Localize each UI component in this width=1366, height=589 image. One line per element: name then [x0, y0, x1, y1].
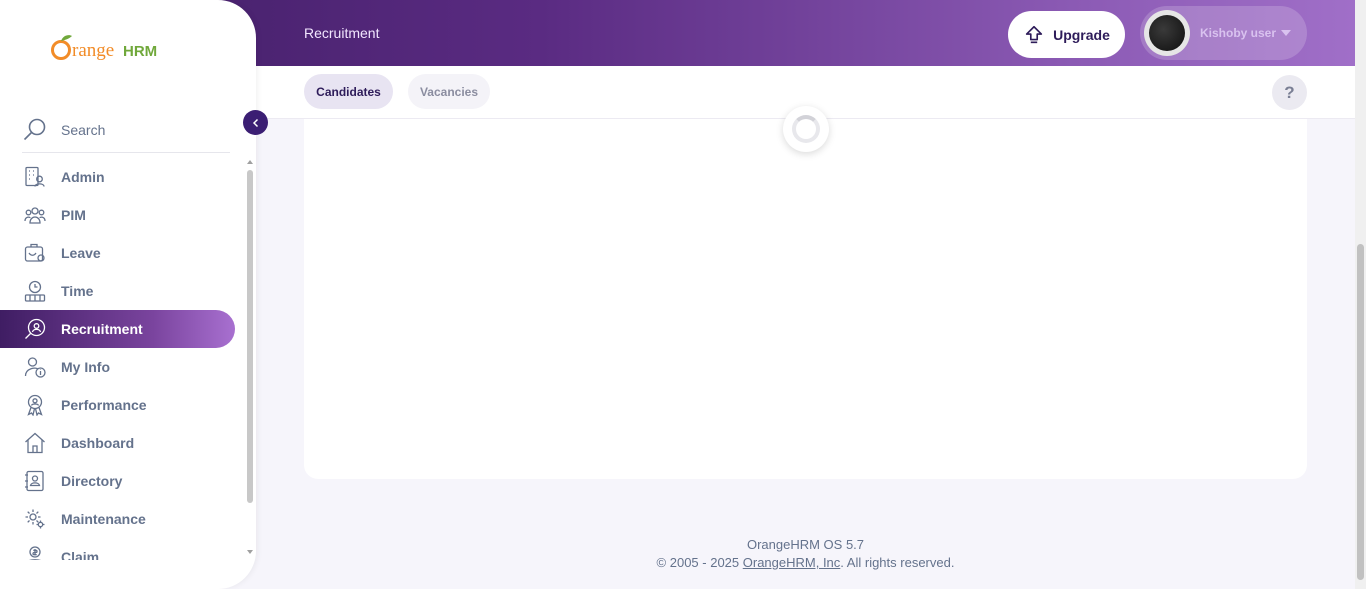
- upgrade-button[interactable]: Upgrade: [1008, 11, 1125, 58]
- tab-vacancies[interactable]: Vacancies: [408, 74, 490, 109]
- sidebar: range HRM Admin PIM Leave Time: [0, 0, 268, 589]
- page-scrollbar[interactable]: [1355, 0, 1366, 589]
- page-title: Recruitment: [304, 25, 380, 41]
- maintenance-icon: [25, 509, 45, 529]
- search-input[interactable]: [61, 122, 211, 138]
- sidebar-item-admin[interactable]: Admin: [0, 158, 235, 196]
- sidebar-item-leave[interactable]: Leave: [0, 234, 235, 272]
- sidebar-item-maintenance[interactable]: Maintenance: [0, 500, 235, 538]
- sidebar-item-my-info[interactable]: My Info: [0, 348, 235, 386]
- upgrade-arrow-icon: [1025, 25, 1043, 43]
- sidebar-scrollbar[interactable]: [245, 158, 255, 560]
- claim-icon: [29, 546, 41, 560]
- tab-candidates[interactable]: Candidates: [304, 74, 393, 109]
- sidebar-search: [22, 108, 230, 153]
- sidebar-item-dashboard[interactable]: Dashboard: [0, 424, 235, 462]
- my-info-icon: [24, 357, 46, 378]
- upgrade-label: Upgrade: [1053, 26, 1110, 43]
- orangehrm-logo: range HRM: [50, 32, 170, 64]
- chevron-left-icon: [252, 118, 258, 127]
- footer-copyright: © 2005 - 2025 OrangeHRM, Inc. All rights…: [656, 555, 955, 570]
- loading-spinner-icon: [783, 106, 829, 152]
- content-card: [304, 106, 1307, 479]
- collapse-sidebar-button[interactable]: [243, 110, 268, 135]
- search-icon: [23, 118, 46, 141]
- user-name: Kishoby user: [1200, 26, 1277, 40]
- avatar: [1144, 10, 1190, 56]
- sidebar-item-recruitment[interactable]: Recruitment: [0, 310, 235, 348]
- main-menu: Admin PIM Leave Time Recruitment My Info…: [0, 158, 243, 560]
- directory-icon: [25, 470, 44, 492]
- sidebar-item-pim[interactable]: PIM: [0, 196, 235, 234]
- chevron-down-icon: [1281, 30, 1292, 36]
- leave-icon: [24, 243, 45, 262]
- performance-icon: [27, 394, 43, 416]
- footer: OrangeHRM OS 5.7 © 2005 - 2025 OrangeHRM…: [304, 536, 1307, 572]
- admin-icon: [25, 166, 45, 187]
- user-dropdown[interactable]: Kishoby user: [1140, 6, 1307, 60]
- company-link[interactable]: OrangeHRM, Inc: [743, 555, 841, 570]
- sidebar-item-performance[interactable]: Performance: [0, 386, 235, 424]
- sidebar-item-time[interactable]: Time: [0, 272, 235, 310]
- sidebar-item-claim[interactable]: Claim: [0, 538, 235, 560]
- svg-text:HRM: HRM: [123, 43, 157, 60]
- sidebar-item-directory[interactable]: Directory: [0, 462, 235, 500]
- dashboard-icon: [25, 432, 45, 454]
- footer-version: OrangeHRM OS 5.7: [746, 537, 865, 552]
- recruitment-icon: [25, 318, 46, 339]
- pim-icon: [24, 207, 46, 224]
- svg-text:range: range: [72, 40, 114, 61]
- time-icon: [24, 280, 46, 302]
- help-button[interactable]: ?: [1272, 75, 1307, 110]
